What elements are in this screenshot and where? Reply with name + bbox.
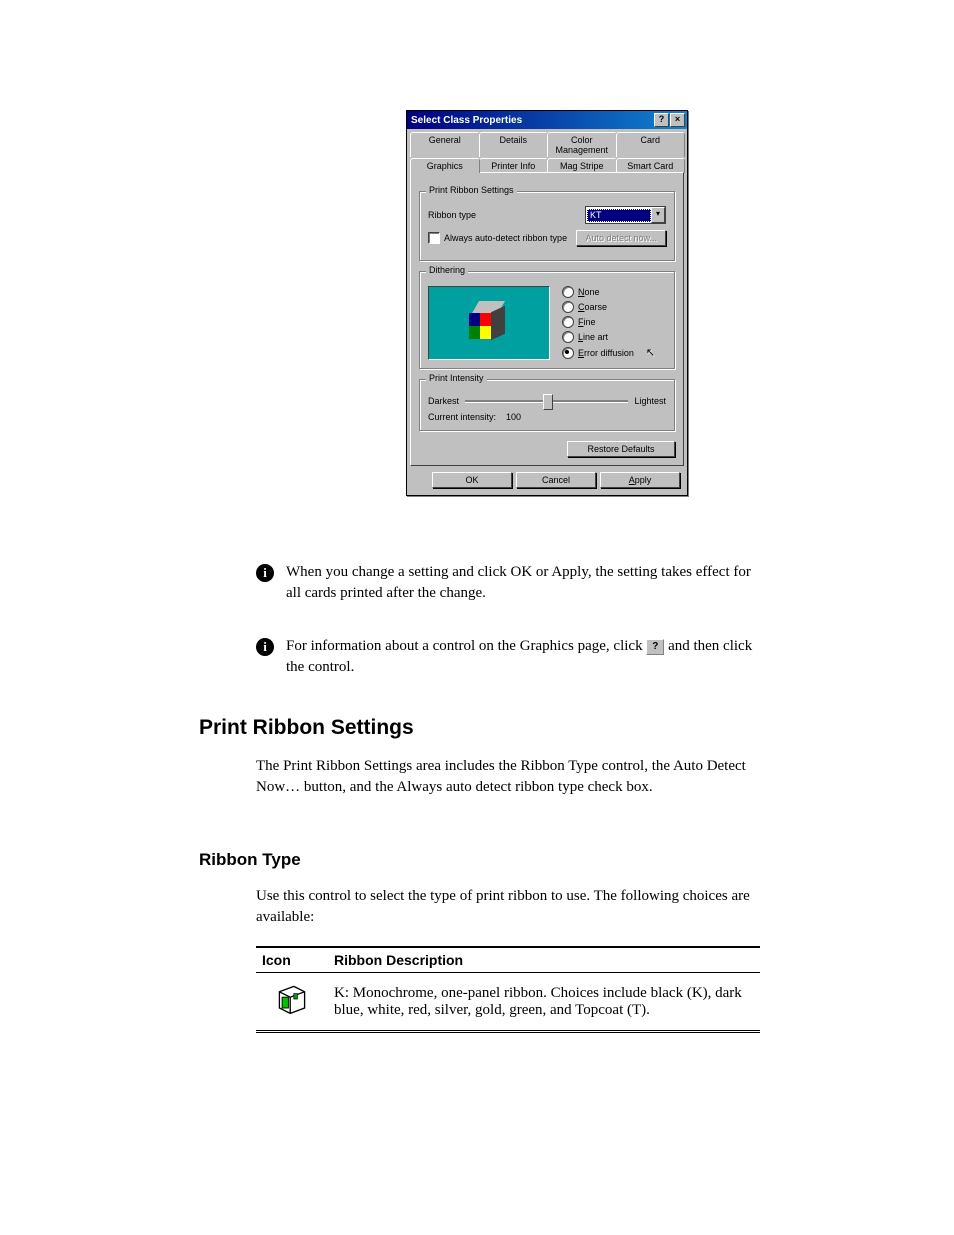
ribbon-type-text: Use this control to select the type of p… [256,886,756,928]
tab-mag-stripe[interactable]: Mag Stripe [547,158,617,173]
dropdown-arrow-icon[interactable]: ▾ [651,207,665,223]
info-icon: i [256,564,274,582]
note-2-text: For information about a control on the G… [286,636,756,678]
info-icon: i [256,638,274,656]
note-1-text: When you change a setting and click OK o… [286,562,756,604]
dialog-titlebar[interactable]: Select Class Properties ? × [407,111,687,129]
restore-defaults-button-visible[interactable]: Restore Defaults [567,441,675,457]
ribbon-cartridge-icon [274,981,310,1017]
ribbon-type-heading: Ribbon Type [199,850,301,870]
titlebar-help-button[interactable]: ? [654,113,669,127]
group-print-intensity-title: Print Intensity [426,373,487,383]
checkbox-icon [428,232,440,244]
dialog-title: Select Class Properties [411,115,522,126]
tab-graphics[interactable]: Graphics [410,158,480,173]
ribbon-type-select[interactable]: KT ▾ [585,206,666,224]
properties-dialog: Select Class Properties ? × General Deta… [406,110,688,496]
tab-printer-info[interactable]: Printer Info [479,158,549,173]
cursor-icon: ↖ [646,346,655,359]
always-auto-detect-label: Always auto-detect ribbon type [444,233,567,243]
ribbon-type-label: Ribbon type [428,210,476,220]
always-auto-detect-checkbox[interactable]: Always auto-detect ribbon type [428,232,567,244]
titlebar-close-button[interactable]: × [670,113,685,127]
lightest-label: Lightest [634,396,666,406]
group-print-ribbon: Print Ribbon Settings Ribbon type KT ▾ A… [419,191,675,261]
cancel-button[interactable]: Cancel [516,472,596,488]
radio-lineart[interactable]: Line art [562,331,655,343]
help-icon-inline: ? [646,639,664,655]
ribbon-table: Icon Ribbon Description K: Monochrome, o… [256,946,760,1033]
current-intensity-label: Current intensity: [428,412,496,422]
radio-coarse[interactable]: Coarse [562,301,655,313]
ribbon-type-value: KT [587,209,651,222]
section-desc: The Print Ribbon Settings area includes … [256,756,756,798]
tab-color-management[interactable]: Color Management [547,132,617,157]
radio-error-diffusion[interactable]: Error diffusion↖ [562,346,655,359]
auto-detect-now-button[interactable]: Auto detect now... [576,230,666,246]
slider-thumb[interactable] [543,394,553,410]
radio-fine[interactable]: Fine [562,316,655,328]
group-print-intensity: Print Intensity Darkest Lightest Current… [419,379,675,431]
tab-smart-card[interactable]: Smart Card [616,158,686,173]
radio-none[interactable]: NNoneone [562,286,655,298]
ok-button[interactable]: OK [432,472,512,488]
intensity-slider[interactable] [465,400,628,403]
table-header-icon: Icon [256,947,328,973]
darkest-label: Darkest [428,396,459,406]
current-intensity-value: 100 [506,412,521,422]
group-dithering-title: Dithering [426,265,468,275]
group-dithering: Dithering NNoneone Coarse F [419,271,675,369]
table-header-desc: Ribbon Description [328,947,760,973]
tab-details[interactable]: Details [479,132,549,157]
dither-preview [428,286,550,360]
tab-general[interactable]: General [410,132,480,157]
table-row-desc: K: Monochrome, one-panel ribbon. Choices… [328,973,760,1032]
apply-button[interactable]: ApplyApply [600,472,680,488]
section-heading: Print Ribbon Settings [199,716,414,740]
tab-card[interactable]: Card [616,132,686,157]
group-print-ribbon-title: Print Ribbon Settings [426,185,517,195]
table-row: K: Monochrome, one-panel ribbon. Choices… [256,973,760,1032]
